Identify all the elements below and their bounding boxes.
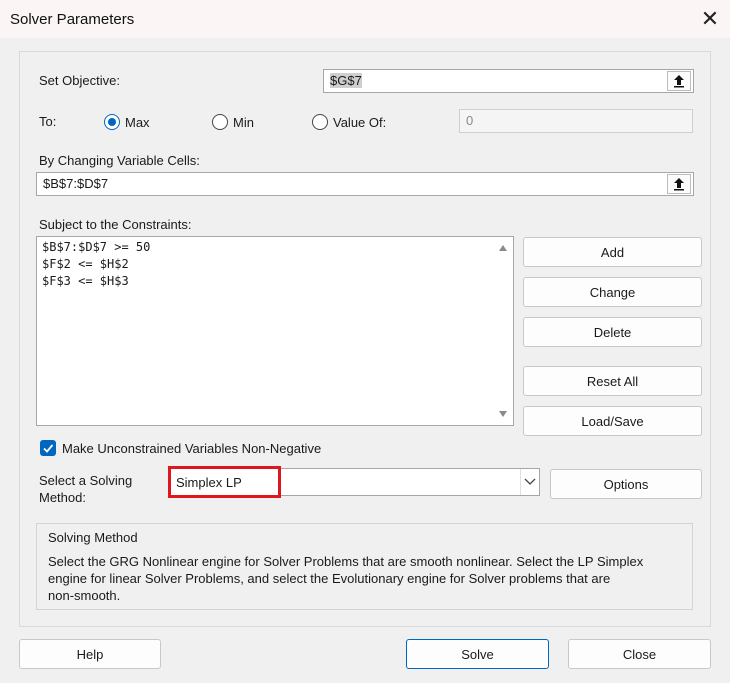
select-divider: [520, 469, 521, 495]
constraints-list[interactable]: $B$7:$D$7 >= 50 $F$2 <= $H$2 $F$3 <= $H$…: [36, 236, 514, 426]
set-objective-value: $G$7: [330, 73, 362, 88]
min-label[interactable]: Min: [233, 115, 254, 130]
window-title: Solver Parameters: [10, 11, 135, 28]
value-of-input[interactable]: 0: [459, 109, 693, 133]
change-button[interactable]: Change: [523, 277, 702, 307]
constraints-scrollbar[interactable]: [493, 237, 513, 425]
delete-button[interactable]: Delete: [523, 317, 702, 347]
solving-method-label-line2: Method:: [39, 490, 86, 505]
help-button-label: Help: [76, 646, 104, 662]
highlight-box: [168, 466, 281, 498]
constraint-item[interactable]: $F$3 <= $H$3: [42, 274, 129, 288]
max-radio[interactable]: [104, 114, 120, 130]
solve-button-label: Solve: [461, 646, 494, 662]
solve-button[interactable]: Solve: [406, 639, 549, 669]
nonnegative-label[interactable]: Make Unconstrained Variables Non-Negativ…: [62, 441, 321, 456]
help-button[interactable]: Help: [19, 639, 161, 669]
load-save-button[interactable]: Load/Save: [523, 406, 702, 436]
info-line-1: Select the GRG Nonlinear engine for Solv…: [48, 554, 644, 569]
info-title: Solving Method: [48, 530, 138, 545]
changing-cells-input[interactable]: $B$7:$D$7: [36, 172, 694, 196]
nonnegative-checkbox[interactable]: [40, 440, 56, 456]
change-button-label: Change: [589, 284, 636, 300]
to-label: To:: [39, 114, 57, 129]
info-line-2: engine for linear Solver Problems, and s…: [48, 571, 611, 586]
reset-all-button[interactable]: Reset All: [523, 366, 702, 396]
changing-cells-label: By Changing Variable Cells:: [39, 153, 200, 168]
options-button-label: Options: [603, 476, 649, 492]
upload-arrow-icon: [674, 178, 684, 191]
constraint-item[interactable]: $F$2 <= $H$2: [42, 257, 129, 271]
checkmark-icon: [43, 444, 54, 453]
constraints-label: Subject to the Constraints:: [39, 217, 192, 232]
min-radio[interactable]: [212, 114, 228, 130]
solving-method-label-line1: Select a Solving: [39, 473, 133, 488]
add-button[interactable]: Add: [523, 237, 702, 267]
load-save-button-label: Load/Save: [581, 413, 644, 429]
chevron-down-icon[interactable]: [524, 478, 536, 486]
close-icon[interactable]: ✕: [696, 4, 724, 34]
info-line-3: non-smooth.: [48, 588, 121, 603]
add-button-label: Add: [600, 244, 625, 260]
objective-collapse-button[interactable]: [667, 71, 691, 91]
options-button[interactable]: Options: [550, 469, 702, 499]
upload-arrow-icon: [674, 75, 684, 88]
solving-method-info: Solving Method Select the GRG Nonlinear …: [36, 523, 693, 610]
changing-cells-collapse-button[interactable]: [667, 174, 691, 194]
scroll-down-icon[interactable]: [499, 411, 507, 417]
delete-button-label: Delete: [593, 324, 632, 340]
close-button-label: Close: [622, 646, 657, 662]
constraint-item[interactable]: $B$7:$D$7 >= 50: [42, 240, 150, 254]
value-of-radio[interactable]: [312, 114, 328, 130]
set-objective-input[interactable]: $G$7: [323, 69, 694, 93]
reset-all-button-label: Reset All: [586, 373, 639, 389]
value-of-label[interactable]: Value Of:: [333, 115, 386, 130]
set-objective-label: Set Objective:: [39, 73, 120, 88]
close-button[interactable]: Close: [568, 639, 711, 669]
title-bar: Solver Parameters ✕: [0, 0, 730, 38]
scroll-up-icon[interactable]: [499, 245, 507, 251]
max-label[interactable]: Max: [125, 115, 150, 130]
